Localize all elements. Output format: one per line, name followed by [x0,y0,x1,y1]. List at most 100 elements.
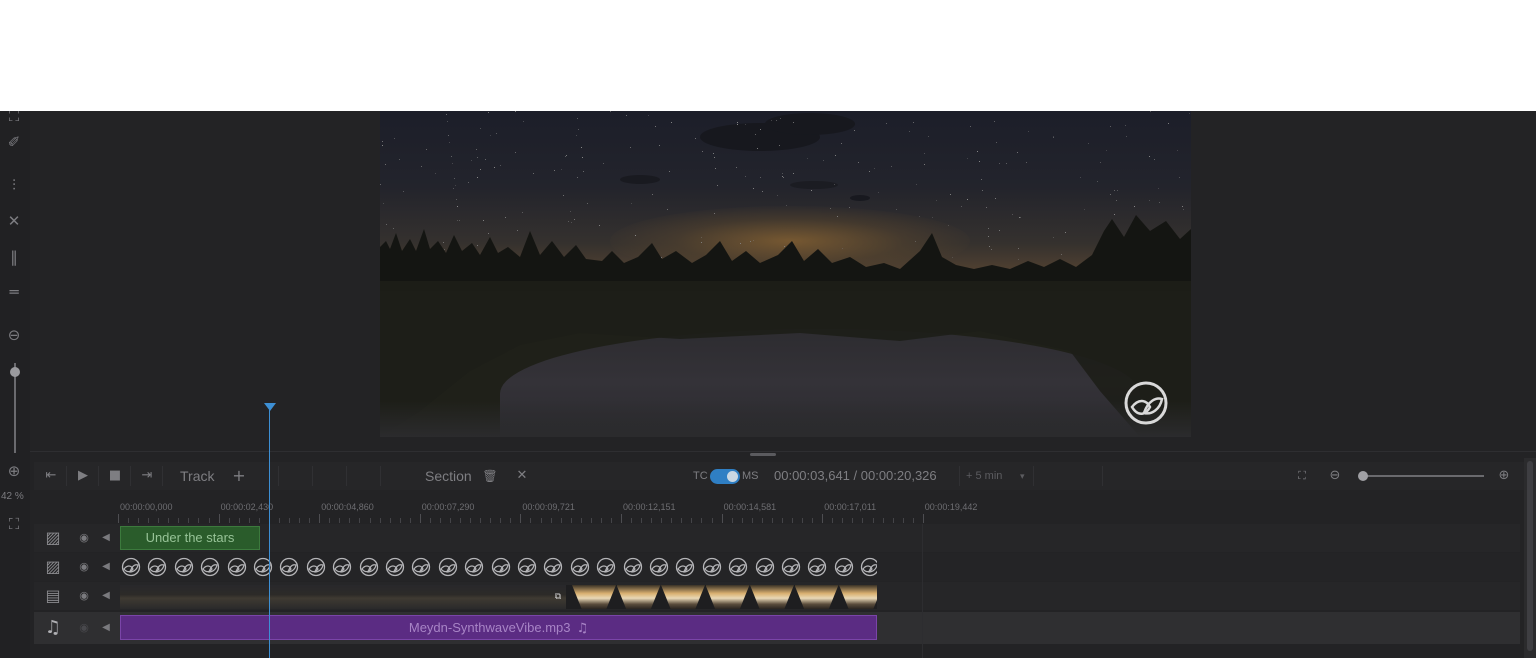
star [760,177,761,178]
eye-icon[interactable]: ◉ [76,586,92,606]
timecode-format-toggle[interactable] [710,469,740,484]
panel-resize-handle[interactable] [750,453,776,456]
section-menu-label[interactable]: Section [425,462,472,490]
stop-button[interactable]: ■ [104,462,126,490]
zoom-out-icon[interactable]: ⊖ [2,324,26,346]
timeline-zoom-in-button[interactable]: ⊕ [1493,462,1515,490]
star [841,143,842,144]
ruler-minor-tick [741,518,743,523]
preview-cloud [850,195,870,201]
timeline-ruler[interactable]: 00:00:00,000 00:00:02,430 00:00:04,860 00:0… [118,494,1518,524]
star [771,120,772,121]
zoom-percent: 42 % [1,491,24,502]
to-start-button[interactable]: ⇤ [40,462,62,490]
watermark-clip[interactable] [120,556,877,578]
crop-tool-icon[interactable]: ⛶ [2,111,26,127]
title-clip[interactable]: Under the stars [120,526,260,550]
fullscreen-icon[interactable]: ⛶ [2,513,26,535]
track-row-title: ▨ ◉ ◀ Under the stars [34,524,1520,552]
zoom-in-icon[interactable]: ⊕ [2,460,26,482]
eye-icon[interactable]: ◉ [76,618,92,638]
toolbar-separator [312,466,313,486]
to-end-button[interactable]: ⇥ [136,462,158,490]
star [713,153,714,154]
toolbar-separator [278,466,279,486]
star [886,123,887,124]
magic-wand-icon[interactable]: ✐ [2,131,26,153]
preview-cloud [790,181,838,189]
ruler-minor-tick [480,518,482,523]
star [435,173,436,174]
star [1150,111,1151,112]
star [565,156,566,157]
video-preview[interactable] [380,111,1191,437]
ruler-minor-tick [761,518,763,523]
ruler-minor-tick [369,518,371,523]
preview-zoom-slider-thumb[interactable] [10,367,20,377]
ruler-minor-tick [671,518,673,523]
video-clip[interactable]: ⧉ [120,585,877,609]
delete-section-button[interactable]: 🗑 [480,462,500,490]
leaf-logo-icon [781,557,801,577]
split-horizontal-icon[interactable]: ═ [2,281,26,303]
timeline-zoom-slider-thumb[interactable] [1358,471,1368,481]
play-button[interactable]: ▶ [72,462,94,490]
star [755,134,756,135]
star [385,164,386,165]
video-clip-second-segment[interactable] [566,585,877,609]
speaker-icon[interactable]: ◀ [98,586,114,606]
star [849,207,850,208]
leaf-logo-icon [755,557,774,577]
star [936,200,937,201]
timeline-toolbar: ⇤ ▶ ■ ⇥ Track + Section 🗑 ✕ TC MS 00:00:… [34,462,1524,490]
audio-clip[interactable]: Meydn-SynthwaveVibe.mp3 ♫ [120,615,877,640]
ruler-major-tick [822,514,824,523]
leaf-logo-icon [491,557,510,577]
playhead-handle[interactable] [264,403,276,411]
eye-icon[interactable]: ◉ [76,557,92,577]
star [1159,202,1160,203]
star [380,184,381,185]
speaker-icon[interactable]: ◀ [98,528,114,548]
ruler-minor-tick [580,518,582,523]
star [786,205,787,206]
vertical-scrollbar-thumb[interactable] [1527,461,1533,651]
leaf-logo-icon [861,557,877,577]
star [399,159,400,160]
leaf-logo-icon [227,557,246,577]
leaf-logo-icon [412,557,431,577]
timeline-zoom-slider[interactable] [1364,475,1484,477]
leaf-logo-icon [148,557,167,577]
add-track-button[interactable]: + [228,462,250,490]
star [714,157,715,158]
star [561,169,562,170]
star [924,153,925,154]
star [783,177,784,178]
star [578,129,579,130]
split-vertical-icon[interactable]: ‖ [2,246,26,268]
timeline-border [30,451,1536,452]
speaker-icon[interactable]: ◀ [98,618,114,638]
transition-icon[interactable]: ⧉ [552,591,564,603]
duration-dropdown[interactable]: + 5 min ▾ [959,466,1034,486]
star [446,114,447,115]
close-section-button[interactable]: ✕ [512,462,532,490]
leaf-logo-icon [729,557,748,577]
eye-icon[interactable]: ◉ [76,528,92,548]
timeline-zoom-out-button[interactable]: ⊖ [1324,462,1346,490]
star [576,135,577,136]
adjustments-icon[interactable]: ⫶ [2,174,26,196]
ruler-minor-tick [178,518,180,523]
track-row-audio: ♫ ◉ ◀ Meydn-SynthwaveVibe.mp3 ♫ [34,612,1520,644]
star [1189,113,1190,114]
star [500,165,501,166]
star [979,161,980,162]
star [515,111,516,112]
ruler-minor-tick [691,518,693,523]
fit-timeline-button[interactable]: ⛶ [1291,462,1313,490]
track-menu-label[interactable]: Track [180,462,214,490]
speaker-icon[interactable]: ◀ [98,557,114,577]
fit-tool-icon[interactable]: ✕ [2,210,26,232]
star [1168,123,1169,124]
playhead-line[interactable] [269,403,270,658]
